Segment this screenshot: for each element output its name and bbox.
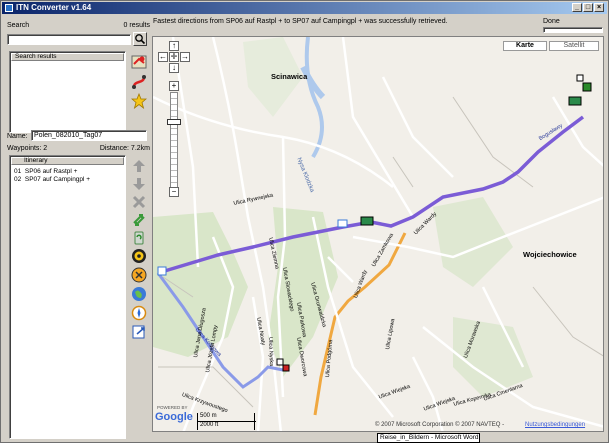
search-button[interactable] [133, 32, 147, 46]
itinerary-row[interactable]: 02 SP07 auf Campingpl + [14, 176, 90, 183]
map-pin-button[interactable] [129, 52, 148, 71]
window-title: ITN Converter v1.64 [16, 3, 92, 12]
magnifier-icon [135, 34, 146, 45]
zoom-slider-thumb[interactable] [167, 119, 181, 125]
waypoint-marker[interactable] [576, 74, 584, 82]
place-scinawica: Scinawica [271, 72, 308, 81]
distance-value: Distance: 7.2km [99, 145, 150, 152]
search-input[interactable] [7, 34, 131, 45]
search-label: Search [7, 22, 30, 29]
map-pin-icon [131, 55, 146, 68]
name-label: Name: [7, 133, 28, 140]
search-results-list[interactable]: Search results [9, 51, 126, 133]
gps-device-icon [131, 267, 146, 282]
pan-right-button[interactable]: → [180, 52, 190, 62]
waypoint-marker[interactable] [582, 82, 592, 92]
compass-icon [131, 305, 146, 320]
globe-icon [131, 286, 146, 301]
pan-left-button[interactable]: ← [158, 52, 168, 62]
pan-center-button[interactable]: ✛ [169, 52, 179, 62]
down-arrow-icon [132, 177, 145, 190]
itinerary-header: Itinerary [11, 157, 124, 165]
map-canvas [153, 37, 603, 431]
move-down-button[interactable] [129, 174, 148, 193]
status-state: Done [543, 18, 560, 25]
itinerary-row[interactable]: 01 SP06 auf Rastpl + [14, 168, 77, 175]
progress-bar [543, 27, 603, 33]
pan-down-button[interactable]: ↓ [169, 63, 179, 73]
scale-bar: 500 m 2000 ft [197, 413, 256, 430]
route-button[interactable] [129, 72, 148, 91]
scale-meters: 500 m [200, 413, 217, 419]
swap-button[interactable] [129, 210, 148, 229]
route-start-marker[interactable] [157, 266, 167, 276]
scale-feet: 2000 ft [200, 422, 219, 428]
waypoint-marker[interactable] [360, 216, 374, 226]
star-icon [130, 92, 147, 109]
delete-icon [132, 195, 145, 208]
title-bar: ITN Converter v1.64 _ □ × [2, 2, 607, 14]
export-button[interactable] [129, 322, 148, 341]
zoom-out-button[interactable]: − [169, 187, 179, 197]
delete-button[interactable] [129, 192, 148, 211]
map-copyright: © 2007 Microsoft Corporation © 2007 NAVT… [375, 422, 505, 428]
street-label: Ulica Nyska [267, 337, 275, 367]
terms-link[interactable]: Nutzungsbedingungen [525, 422, 585, 428]
place-wojciechowice: Wojciechowice [523, 250, 577, 259]
route-icon [131, 74, 146, 89]
itinerary-list[interactable]: Itinerary 01 SP06 auf Rastpl + 02 SP07 a… [9, 155, 126, 439]
maximize-button[interactable]: □ [583, 3, 593, 12]
globe-button[interactable] [129, 284, 148, 303]
left-panel: Search 0 results Search results Name: Wa… [5, 17, 150, 441]
map-type-map-button[interactable]: Karte [503, 41, 547, 51]
recycle-button[interactable] [129, 228, 148, 247]
gps-icon [131, 248, 146, 263]
compass-button[interactable] [129, 303, 148, 322]
map-view[interactable]: Scinawica Wojciechowice Nysa Klodzka Uli… [152, 36, 604, 432]
status-area: Fastest directions from SP06 auf Rastpl … [153, 17, 606, 33]
move-up-button[interactable] [129, 156, 148, 175]
waypoint-marker[interactable] [568, 96, 582, 106]
swap-icon [132, 213, 145, 226]
route-name-input[interactable] [31, 130, 147, 141]
app-window: ITN Converter v1.64 _ □ × Search 0 resul… [0, 0, 609, 443]
minimize-button[interactable]: _ [572, 3, 582, 12]
taskbar-tooltip: Reise_in_Bildern - Microsoft Word [377, 433, 480, 443]
pan-up-button[interactable]: ↑ [169, 41, 179, 51]
recycle-icon [134, 231, 143, 244]
up-arrow-icon [132, 159, 145, 172]
google-logo: Google [155, 411, 193, 423]
search-results-header: Search results [11, 53, 124, 61]
close-button[interactable]: × [594, 3, 604, 12]
powered-by-label: POWERED BY [157, 405, 188, 410]
gps-button[interactable] [129, 246, 148, 265]
destination-marker[interactable] [282, 364, 290, 372]
status-message: Fastest directions from SP06 auf Rastpl … [153, 18, 448, 25]
waypoints-count: Waypoints: 2 [7, 145, 48, 152]
destination-flag[interactable] [276, 358, 284, 366]
results-count: 0 results [123, 22, 150, 29]
favorites-button[interactable] [129, 91, 148, 110]
zoom-in-button[interactable]: + [169, 81, 179, 91]
app-icon [5, 4, 13, 12]
map-type-satellite-button[interactable]: Satellit [549, 41, 599, 51]
zoom-slider-track[interactable] [170, 92, 178, 188]
waypoint-marker[interactable] [337, 219, 348, 228]
export-gps-button[interactable] [129, 265, 148, 284]
export-icon [132, 325, 145, 338]
